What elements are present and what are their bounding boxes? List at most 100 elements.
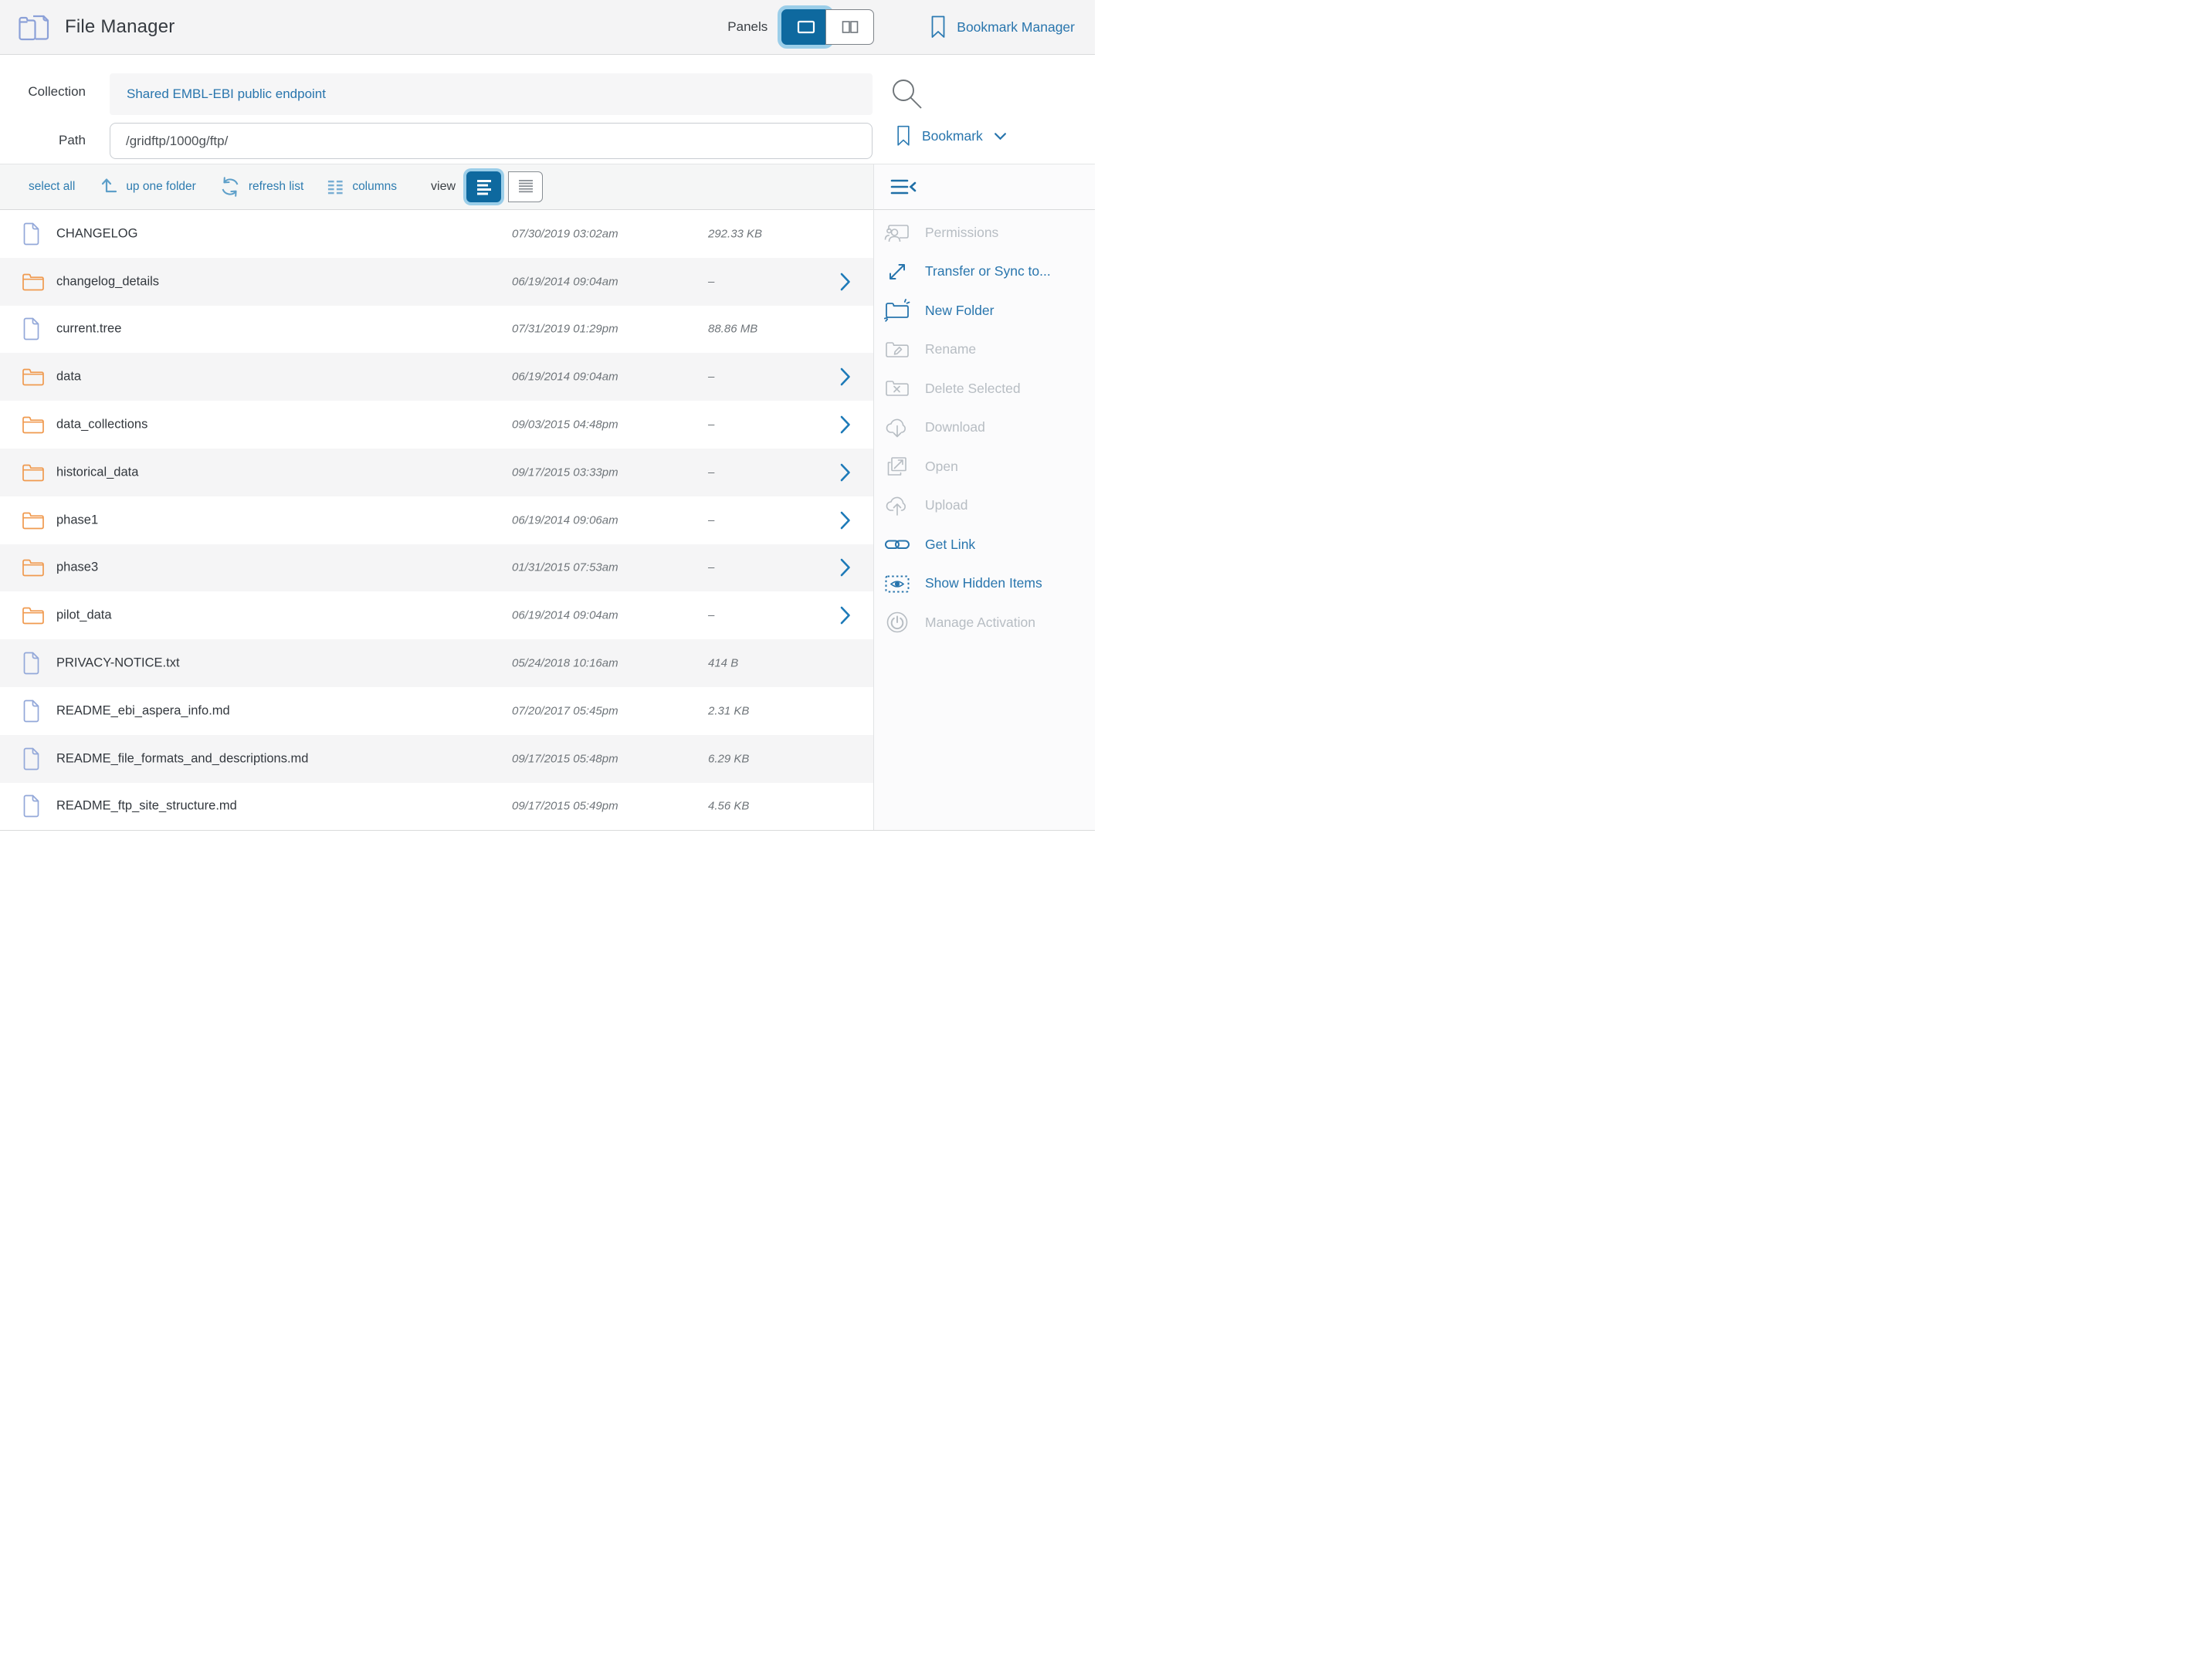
refresh-list-button[interactable]: refresh list [219, 176, 304, 198]
sidebar-item-label: New Folder [925, 303, 994, 319]
file-row[interactable]: current.tree07/31/2019 01:29pm88.86 MB [0, 306, 873, 354]
open-folder-chevron[interactable] [840, 558, 851, 577]
bookmark-icon [896, 125, 911, 147]
dual-panel-button[interactable] [825, 9, 874, 45]
file-icon [22, 699, 40, 723]
file-row[interactable]: data06/19/2014 09:04am– [0, 353, 873, 401]
sidebar-item-upload: Upload [874, 486, 1095, 526]
open-folder-chevron[interactable] [840, 511, 851, 530]
file-name: data [56, 370, 81, 384]
file-icon [22, 747, 40, 771]
folder-icon [22, 557, 45, 578]
file-size: – [708, 371, 714, 384]
sidebar-item-new-folder[interactable]: New Folder [874, 291, 1095, 330]
collection-input[interactable]: Shared EMBL-EBI public endpoint [110, 73, 873, 115]
file-size: – [708, 275, 714, 288]
sidebar-item-label: Manage Activation [925, 615, 1035, 631]
sidebar-item-label: Transfer or Sync to... [925, 263, 1051, 279]
file-name: changelog_details [56, 274, 159, 289]
folder-icon [22, 462, 45, 483]
select-all-button[interactable]: select all [29, 180, 75, 194]
file-row[interactable]: phase301/31/2015 07:53am– [0, 544, 873, 592]
file-modified-date: 06/19/2014 09:06am [512, 513, 618, 527]
panels-label: Panels [727, 19, 768, 35]
file-modified-date: 09/17/2015 05:49pm [512, 800, 618, 813]
file-size: – [708, 466, 714, 479]
file-modified-date: 06/19/2014 09:04am [512, 275, 618, 288]
collection-value: Shared EMBL-EBI public endpoint [127, 86, 326, 102]
sidebar-item-label: Show Hidden Items [925, 575, 1042, 591]
file-size: 2.31 KB [708, 704, 749, 717]
sidebar-item-label: Open [925, 459, 958, 475]
file-row[interactable]: pilot_data06/19/2014 09:04am– [0, 591, 873, 639]
file-manager-app: File Manager Panels [0, 0, 1095, 840]
file-size: – [708, 418, 714, 432]
sidebar-item-delete-selected: Delete Selected [874, 369, 1095, 408]
manage-activation-icon [883, 611, 912, 634]
open-folder-chevron[interactable] [840, 606, 851, 625]
sidebar-item-transfer-or-sync-to[interactable]: Transfer or Sync to... [874, 252, 1095, 292]
file-name: README_ebi_aspera_info.md [56, 703, 230, 718]
chevron-right-icon [840, 511, 851, 530]
file-name: README_ftp_site_structure.md [56, 799, 237, 814]
show-hidden-icon [883, 572, 912, 595]
file-row[interactable]: README_file_formats_and_descriptions.md0… [0, 735, 873, 783]
sidebar-item-manage-activation: Manage Activation [874, 603, 1095, 642]
transfer-icon [883, 260, 912, 283]
bookmark-icon [930, 15, 947, 39]
file-row[interactable]: CHANGELOG07/30/2019 03:02am292.33 KB [0, 210, 873, 258]
file-row[interactable]: changelog_details 06/19/2014 09:04am – [0, 258, 873, 306]
open-folder-chevron[interactable] [840, 273, 851, 291]
file-modified-date: 06/19/2014 09:04am [512, 609, 618, 622]
list-view-button[interactable] [466, 171, 501, 202]
sidebar-item-label: Download [925, 419, 985, 435]
single-panel-button[interactable] [781, 9, 830, 45]
bookmark-dropdown[interactable]: Bookmark [896, 125, 1007, 147]
new-folder-icon [883, 299, 912, 322]
sidebar-item-show-hidden-items[interactable]: Show Hidden Items [874, 564, 1095, 604]
select-all-label: select all [29, 180, 75, 194]
path-input[interactable]: /gridftp/1000g/ftp/ [110, 123, 873, 159]
columns-label: columns [352, 180, 397, 194]
bookmark-manager-link[interactable]: Bookmark Manager [930, 15, 1075, 39]
file-name: phase3 [56, 561, 98, 575]
file-row[interactable]: data_collections09/03/2015 04:48pm– [0, 401, 873, 449]
collection-label: Collection [0, 84, 86, 100]
single-panel-icon [796, 19, 816, 35]
path-value: /gridftp/1000g/ftp/ [126, 134, 228, 149]
sidebar-item-get-link[interactable]: Get Link [874, 525, 1095, 564]
compact-view-icon [516, 178, 536, 195]
path-label: Path [0, 133, 86, 148]
list-toolbar: select all up one folder refresh list [0, 164, 873, 210]
file-size: 6.29 KB [708, 752, 749, 765]
open-folder-chevron[interactable] [840, 368, 851, 386]
compact-view-button[interactable] [508, 171, 543, 202]
file-row[interactable]: README_ebi_aspera_info.md07/20/2017 05:4… [0, 687, 873, 735]
actions-sidebar: PermissionsTransfer or Sync to...New Fol… [874, 210, 1095, 830]
chevron-right-icon [840, 368, 851, 386]
chevron-right-icon [840, 606, 851, 625]
file-modified-date: 01/31/2015 07:53am [512, 561, 618, 574]
file-modified-date: 07/30/2019 03:02am [512, 227, 618, 240]
collapse-sidebar-button[interactable] [890, 177, 917, 197]
file-name: PRIVACY-NOTICE.txt [56, 656, 180, 671]
file-icon [22, 794, 40, 818]
dual-panel-icon [840, 19, 860, 35]
sidebar-item-download: Download [874, 408, 1095, 448]
file-row[interactable]: phase106/19/2014 09:06am– [0, 496, 873, 544]
file-name: current.tree [56, 322, 121, 337]
file-modified-date: 07/31/2019 01:29pm [512, 323, 618, 336]
open-icon [883, 455, 912, 478]
sidebar-item-open: Open [874, 447, 1095, 486]
up-one-folder-button[interactable]: up one folder [98, 177, 196, 197]
columns-button[interactable]: columns [327, 178, 397, 196]
file-row[interactable]: PRIVACY-NOTICE.txt05/24/2018 10:16am414 … [0, 639, 873, 687]
file-row[interactable]: historical_data09/17/2015 03:33pm– [0, 449, 873, 496]
folder-icon [22, 415, 45, 435]
open-folder-chevron[interactable] [840, 463, 851, 482]
open-folder-chevron[interactable] [840, 415, 851, 434]
file-size: 4.56 KB [708, 800, 749, 813]
search-button[interactable] [889, 76, 925, 116]
panels-toggle [781, 9, 874, 45]
file-row[interactable]: README_ftp_site_structure.md 09/17/2015 0… [0, 783, 873, 830]
